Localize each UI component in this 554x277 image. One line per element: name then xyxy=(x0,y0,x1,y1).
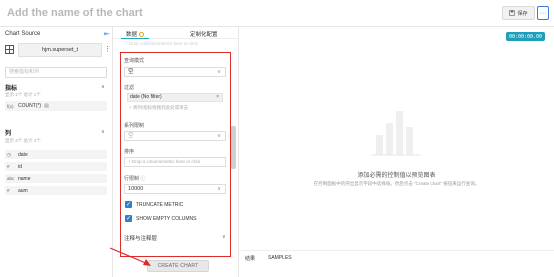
tab-samples[interactable]: SAMPLES xyxy=(268,255,292,261)
column-name: aum xyxy=(18,187,28,194)
chevron-down-icon: ∨ xyxy=(217,133,221,139)
datasource-panel: Chart Source ⇤ hjm.superset_t ⋮ 搜索指标和列 指… xyxy=(0,27,113,277)
chevron-down-icon: ∨ xyxy=(217,186,221,192)
chart-title[interactable]: Add the name of the chart xyxy=(7,7,143,19)
sort-label: 排序 xyxy=(124,149,135,155)
chevron-down-icon: ∨ xyxy=(217,69,221,75)
control-panel: 数据 定制化配置 + Drop columns/metrics here or … xyxy=(113,27,239,277)
chart-preview-area: 00:00:00.00 添加必需的控制值以预览图表 在控制面板中的突出显示字段中… xyxy=(239,27,554,277)
numeric-icon: # xyxy=(7,188,10,193)
metric-name: COUNT(*) xyxy=(18,103,42,109)
scrollbar[interactable] xyxy=(231,126,236,169)
column-item[interactable]: ◷ date xyxy=(5,150,107,159)
datasource-menu-icon[interactable]: ⋮ xyxy=(104,45,111,53)
clock-icon: ◷ xyxy=(7,151,11,157)
more-options-button[interactable]: ··· xyxy=(537,6,549,20)
columns-count: 显示 4个 总计 4个 xyxy=(5,138,41,143)
metrics-count: 显示 1个 总计 1个 xyxy=(5,92,41,97)
row-limit-label-text: 行限制 xyxy=(124,176,140,182)
chevron-up-icon[interactable]: ∧ xyxy=(101,84,105,90)
info-icon: ▤ xyxy=(44,103,49,109)
columns-section-title[interactable]: 列 xyxy=(5,128,11,137)
close-icon[interactable]: × xyxy=(216,94,219,101)
tab-data-label: 数据 xyxy=(126,32,138,38)
highlight-box xyxy=(120,52,231,257)
column-name: name xyxy=(18,175,31,182)
string-icon: abc xyxy=(7,176,15,181)
truncate-metric-checkbox[interactable]: ✓ TRUNCATE METRIC xyxy=(125,200,183,209)
arrow-annotation-icon xyxy=(109,247,151,266)
tab-results[interactable]: 结果 xyxy=(245,255,255,262)
row-limit-label: 行限制 ⓘ xyxy=(124,175,145,182)
checkmark-icon: ✓ xyxy=(125,201,132,208)
data-tabs: 结果 SAMPLES xyxy=(239,250,554,262)
datasource-label: Chart Source xyxy=(5,31,41,37)
filters-label: 过滤 xyxy=(124,85,135,91)
faded-drop-hint: + Drop columns/metrics here or click xyxy=(125,41,198,46)
metrics-columns-search-input[interactable]: 搜索指标和列 xyxy=(5,67,107,78)
series-limit-select[interactable]: 空 ∨ xyxy=(124,131,226,141)
control-tabs: 数据 定制化配置 xyxy=(113,27,239,39)
series-limit-label: 系列限制 xyxy=(124,123,145,129)
checkmark-icon: ✓ xyxy=(125,215,132,222)
datasource-row: hjm.superset_t ⋮ xyxy=(4,43,111,57)
query-mode-value: 空 xyxy=(128,69,134,75)
save-label: 保存 xyxy=(517,10,528,17)
tab-customize[interactable]: 定制化配置 xyxy=(190,30,218,38)
function-icon: f(x) xyxy=(7,103,14,109)
empty-state-title: 添加必需的控制值以预览图表 xyxy=(357,173,436,179)
row-limit-select[interactable]: 10000 ∨ xyxy=(124,184,226,194)
chevron-up-icon[interactable]: ∧ xyxy=(101,129,105,135)
column-item[interactable]: abc name xyxy=(5,174,107,183)
truncate-metric-label: TRUNCATE METRIC xyxy=(136,201,184,208)
save-button[interactable]: 保存 xyxy=(502,6,535,20)
show-empty-columns-checkbox[interactable]: ✓ SHOW EMPTY COLUMNS xyxy=(125,214,196,223)
numeric-icon: # xyxy=(7,164,10,169)
query-mode-label: 查询模式 xyxy=(124,58,145,64)
info-icon: ⓘ xyxy=(140,176,146,182)
chart-header: Add the name of the chart 保存 ··· xyxy=(0,0,554,27)
empty-state-description: 在控制面板中的突出显示字段中选择值。然后点击 "Create chart" 按钮… xyxy=(313,181,480,186)
query-mode-select[interactable]: 空 ∨ xyxy=(124,67,226,77)
column-name: date xyxy=(18,151,28,158)
datasource-name[interactable]: hjm.superset_t xyxy=(18,43,102,57)
row-limit-value: 10000 xyxy=(128,186,144,192)
show-empty-columns-label: SHOW EMPTY COLUMNS xyxy=(136,215,197,222)
sort-drop-zone[interactable]: + Drop a column/metric here or click xyxy=(124,157,226,167)
warning-icon xyxy=(139,32,145,38)
column-item[interactable]: # aum xyxy=(5,186,107,195)
metric-item[interactable]: f(x) COUNT(*) ▤ xyxy=(5,101,107,111)
column-item[interactable]: # id xyxy=(5,162,107,171)
table-icon xyxy=(5,45,14,54)
empty-chart-illustration-icon xyxy=(372,111,420,156)
metrics-section-title[interactable]: 指标 xyxy=(5,83,17,92)
filter-tag-label: date (No filter) xyxy=(130,94,162,100)
save-icon xyxy=(509,10,516,16)
create-chart-button[interactable]: CREATE CHART xyxy=(147,260,209,272)
collapse-panel-icon[interactable]: ⇤ xyxy=(104,30,110,38)
query-timer: 00:00:00.00 xyxy=(506,32,545,41)
series-limit-value: 空 xyxy=(128,133,134,139)
filter-tag[interactable]: date (No filter) × xyxy=(127,93,223,102)
tab-data[interactable]: 数据 xyxy=(120,30,150,39)
chevron-down-icon[interactable]: ∨ xyxy=(222,234,226,240)
annotations-section[interactable]: 注释与注释层 xyxy=(124,234,157,242)
column-name: id xyxy=(18,163,22,170)
filter-add-hint[interactable]: + 将列/指标拖拽到此处或单击 xyxy=(129,105,188,111)
